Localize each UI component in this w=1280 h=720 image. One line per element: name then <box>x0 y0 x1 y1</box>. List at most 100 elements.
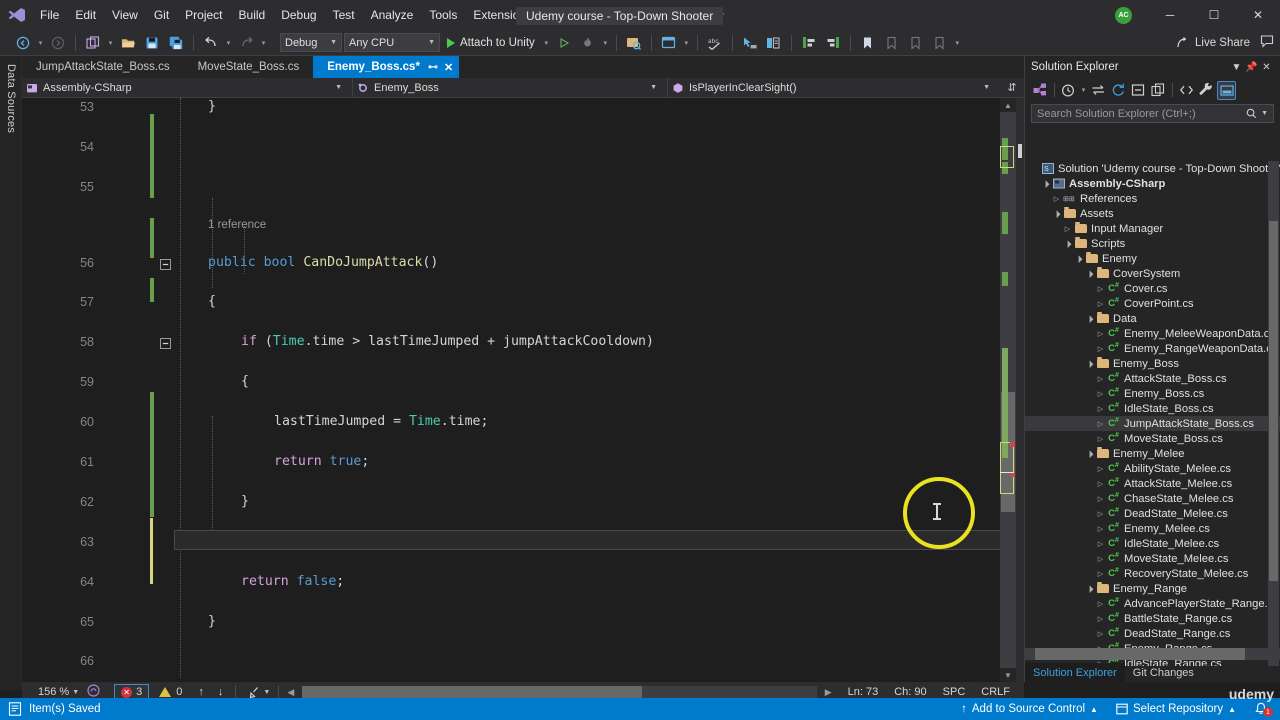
save-all-button[interactable] <box>165 33 187 53</box>
chevron-right-icon[interactable]: ▷ <box>1062 225 1073 233</box>
avatar[interactable]: AC <box>1115 6 1132 24</box>
code-editor[interactable]: 53 } 54 55 1 reference 56 public bool Ca… <box>22 98 1024 682</box>
tree-item[interactable]: ▷ C# Enemy_RangeWeaponData.cs <box>1025 341 1280 356</box>
tab-solution-explorer[interactable]: Solution Explorer <box>1025 663 1125 682</box>
start-without-debugging-button[interactable] <box>553 33 575 53</box>
hot-reload-dropdown-icon[interactable]: ▾ <box>601 39 610 47</box>
scroll-up-arrow-icon[interactable]: ▲ <box>1000 98 1016 112</box>
tree-item[interactable]: ▷ C# JumpAttackState_Boss.cs <box>1025 416 1280 431</box>
chevron-right-icon[interactable]: ▷ <box>1095 465 1106 473</box>
tab-enemy-boss[interactable]: Enemy_Boss.cs* ⊷ ✕ <box>313 56 460 78</box>
chevron-right-icon[interactable]: ▷ <box>1095 570 1106 578</box>
code-map-button[interactable] <box>1031 81 1050 100</box>
tree-item[interactable]: ▷ C# IdleState_Boss.cs <box>1025 401 1280 416</box>
tree-item[interactable]: ◢ Data <box>1025 311 1280 326</box>
back-dropdown-icon[interactable]: ▾ <box>36 39 45 47</box>
chevron-right-icon[interactable]: ▷ <box>1095 630 1106 638</box>
editor-vertical-scrollbar[interactable]: ▲ ▼ <box>1000 98 1016 682</box>
code-cleanup-button[interactable]: ▼ <box>248 686 270 699</box>
hscrollbar-thumb[interactable] <box>1035 648 1245 660</box>
close-button[interactable]: ✕ <box>1236 0 1280 30</box>
chevron-right-icon[interactable]: ▷ <box>1095 285 1106 293</box>
solution-explorer-search[interactable]: Search Solution Explorer (Ctrl+;) ▼ <box>1031 104 1274 123</box>
add-to-source-control-button[interactable]: ↑ Add to Source Control ▲ <box>961 703 1098 715</box>
code-row[interactable]: 59 { <box>22 373 1024 393</box>
tree-item[interactable]: ▷ C# IdleState_Melee.cs <box>1025 536 1280 551</box>
tree-item[interactable]: ◢ Assembly-CSharp <box>1025 176 1280 191</box>
tree-item[interactable]: ▷ C# Enemy_Melee.cs <box>1025 521 1280 536</box>
attach-to-unity-button[interactable]: Attach to Unity <box>442 33 540 53</box>
menu-debug[interactable]: Debug <box>273 4 324 26</box>
window-layout-button[interactable] <box>658 33 680 53</box>
tree-item[interactable]: ▷ ⊞⊞ References <box>1025 191 1280 206</box>
show-all-files-button[interactable] <box>1149 81 1168 100</box>
hot-reload-button[interactable] <box>577 33 599 53</box>
chevron-right-icon[interactable]: ▷ <box>1051 195 1062 203</box>
tree-item[interactable]: ◢ Enemy_Melee <box>1025 446 1280 461</box>
close-icon[interactable]: ✕ <box>1259 62 1274 73</box>
chevron-right-icon[interactable]: ▷ <box>1095 510 1106 518</box>
tree-item[interactable]: ◢ Scripts <box>1025 236 1280 251</box>
scroll-left-arrow-icon[interactable]: ◀ <box>287 687 294 698</box>
new-project-dropdown-icon[interactable]: ▾ <box>106 39 115 47</box>
code-row[interactable]: 66 <box>22 652 1024 672</box>
navbar-project-combo[interactable]: Assembly-CSharp ▼ <box>22 78 352 98</box>
chevron-right-icon[interactable]: ▷ <box>1095 390 1106 398</box>
tree-item[interactable]: ◢ Enemy_Range <box>1025 581 1280 596</box>
fold-collapse-icon[interactable] <box>160 338 171 350</box>
undo-button[interactable] <box>200 33 222 53</box>
tree-item[interactable]: ◢ CoverSystem <box>1025 266 1280 281</box>
window-layout-dropdown-icon[interactable]: ▾ <box>682 39 691 47</box>
menu-build[interactable]: Build <box>231 4 274 26</box>
tree-item[interactable]: ▷ C# Enemy_MeleeWeaponData.cs <box>1025 326 1280 341</box>
navigate-backward-button[interactable] <box>12 33 34 53</box>
code-row[interactable]: 53 } <box>22 98 1024 118</box>
pending-changes-filter-button[interactable] <box>1059 81 1078 100</box>
toolbar-overflow-icon[interactable]: ▾ <box>953 39 962 47</box>
align-right-button[interactable] <box>822 33 844 53</box>
tree-item[interactable]: ▷ C# Cover.cs <box>1025 281 1280 296</box>
chevron-right-icon[interactable]: ▷ <box>1095 405 1106 413</box>
pin-icon[interactable]: ⊷ <box>428 62 438 73</box>
line-ending-indicator[interactable]: CRLF <box>973 686 1024 698</box>
menu-test[interactable]: Test <box>325 4 363 26</box>
tab-jumpattackstate-boss[interactable]: JumpAttackState_Boss.cs <box>22 56 184 78</box>
chevron-right-icon[interactable]: ▷ <box>1095 300 1106 308</box>
tree-item[interactable]: ▷ C# DeadState_Range.cs <box>1025 626 1280 641</box>
tree-item[interactable]: ▷ Input Manager <box>1025 221 1280 236</box>
warning-count-indicator[interactable]: 0 <box>159 686 182 698</box>
navbar-type-combo[interactable]: Enemy_Boss ▼ <box>353 78 667 98</box>
tree-item[interactable]: ▷ C# RecoveryState_Melee.cs <box>1025 566 1280 581</box>
fold-collapse-icon[interactable] <box>160 258 171 270</box>
save-button[interactable] <box>141 33 163 53</box>
filter-dropdown-icon[interactable]: ▾ <box>1079 86 1088 94</box>
chevron-right-icon[interactable]: ▷ <box>1095 420 1106 428</box>
live-preview-button[interactable] <box>623 33 645 53</box>
solution-platform-combo[interactable]: Any CPU ▼ <box>344 33 440 52</box>
attach-dropdown-icon[interactable]: ▾ <box>542 39 551 47</box>
scrollbar-thumb[interactable] <box>1269 221 1278 581</box>
tree-item[interactable]: ▷ C# AdvancePlayerState_Range.cs <box>1025 596 1280 611</box>
chevron-right-icon[interactable]: ▷ <box>1095 555 1106 563</box>
solution-explorer-vertical-scrollbar[interactable] <box>1268 161 1279 666</box>
tree-item[interactable]: ▷ C# AttackState_Boss.cs <box>1025 371 1280 386</box>
live-share-button[interactable]: Live Share <box>1177 36 1250 49</box>
bookmark-toggle-button[interactable] <box>857 33 879 53</box>
split-view-button[interactable]: ⇵ <box>1000 81 1024 94</box>
select-repository-button[interactable]: Select Repository ▲ <box>1116 703 1236 715</box>
refresh-button[interactable] <box>1109 81 1128 100</box>
code-row[interactable]: 64 return false; <box>22 573 1024 593</box>
tree-item[interactable]: ▷ C# CoverPoint.cs <box>1025 296 1280 311</box>
code-row[interactable]: 58 if (Time.time > lastTimeJumped + jump… <box>22 333 1024 353</box>
menu-git[interactable]: Git <box>146 4 177 26</box>
properties-button[interactable] <box>1197 81 1216 100</box>
code-row[interactable]: 57 { <box>22 293 1024 313</box>
tab-git-changes[interactable]: Git Changes <box>1125 663 1202 682</box>
tree-item[interactable]: ▷ C# ChaseState_Melee.cs <box>1025 491 1280 506</box>
chevron-down-icon[interactable]: ▼ <box>1261 110 1268 117</box>
solution-tree[interactable]: S Solution 'Udemy course - Top-Down Shoot… <box>1025 161 1280 666</box>
code-row[interactable]: 56 public bool CanDoJumpAttack() <box>22 254 1024 274</box>
code-row[interactable]: 62 } <box>22 493 1024 513</box>
sync-with-active-document-button[interactable] <box>1089 81 1108 100</box>
layout-compare-button[interactable] <box>763 33 785 53</box>
